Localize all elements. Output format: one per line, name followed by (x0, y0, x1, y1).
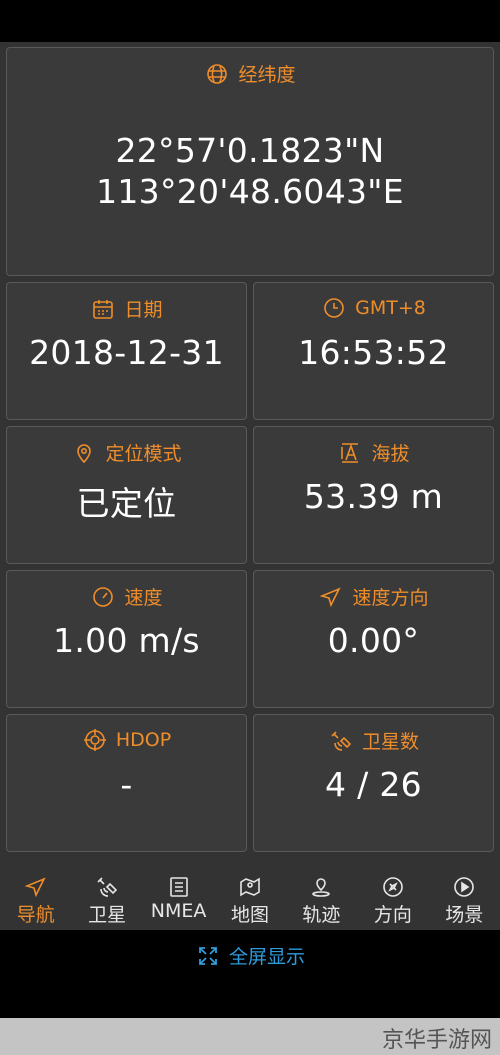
date-label-text: 日期 (124, 299, 163, 321)
time-label: GMT+8 (254, 295, 493, 321)
longitude-value: 113°20'48.6043"E (96, 172, 404, 211)
calendar-icon (90, 296, 116, 322)
map-icon (237, 874, 263, 900)
time-card: GMT+8 16:53:52 (253, 282, 494, 420)
watermark-bar: 京华手游网 (0, 1018, 500, 1055)
nav-label: 地图 (230, 904, 269, 926)
hdop-label: HDOP (7, 727, 246, 753)
nav-item-track[interactable]: 轨迹 (286, 868, 357, 930)
app-screen: 经纬度 22°57'0.1823"N 113°20'48.6043"E 日期 2… (0, 42, 500, 930)
latitude-value: 22°57'0.1823"N (115, 131, 385, 170)
speed-card: 速度 1.00 m/s (6, 570, 247, 708)
satellites-card: 卫星数 4 / 26 (253, 714, 494, 852)
speed-label-text: 速度 (124, 587, 163, 609)
altitude-label: 海拔 (254, 439, 493, 466)
satellites-value: 4 / 26 (325, 765, 422, 804)
altitude-icon (337, 440, 363, 466)
latlon-card: 经纬度 22°57'0.1823"N 113°20'48.6043"E (6, 47, 494, 276)
time-value: 16:53:52 (298, 333, 449, 372)
nav-item-nmea[interactable]: NMEA (143, 868, 214, 930)
latlon-label: 经纬度 (7, 60, 493, 87)
hdop-label-text: HDOP (115, 729, 172, 751)
globe-icon (204, 61, 230, 87)
date-label: 日期 (7, 295, 246, 322)
nav-item-navigation[interactable]: 导航 (0, 868, 71, 930)
track-icon (308, 874, 334, 900)
speed-label: 速度 (7, 583, 246, 610)
altitude-label-text: 海拔 (371, 443, 410, 465)
heading-card: 速度方向 0.00° (253, 570, 494, 708)
nav-label: 导航 (16, 904, 55, 926)
direction-arrow-icon (318, 584, 344, 610)
satellite-icon (328, 728, 354, 754)
play-icon (451, 874, 477, 900)
nav-label: 方向 (373, 904, 412, 926)
time-label-text: GMT+8 (355, 297, 426, 319)
nav-label: NMEA (150, 900, 207, 922)
nav-item-map[interactable]: 地图 (214, 868, 285, 930)
satellites-label: 卫星数 (254, 727, 493, 754)
fix-mode-label: 定位模式 (7, 439, 246, 466)
fix-mode-value: 已定位 (76, 484, 177, 523)
fix-mode-card: 定位模式 已定位 (6, 426, 247, 564)
altitude-card: 海拔 53.39 m (253, 426, 494, 564)
fullscreen-label: 全屏显示 (228, 946, 305, 968)
nav-label: 场景 (445, 904, 484, 926)
navigation-icon (23, 874, 49, 900)
nav-label: 卫星 (88, 904, 127, 926)
nav-item-compass[interactable]: 方向 (357, 868, 428, 930)
location-pin-icon (71, 440, 97, 466)
latlon-label-text: 经纬度 (238, 64, 296, 86)
satellite-icon (94, 874, 120, 900)
crosshair-icon (82, 727, 108, 753)
nav-label: 轨迹 (302, 904, 341, 926)
speedometer-icon (90, 584, 116, 610)
date-card: 日期 2018-12-31 (6, 282, 247, 420)
fullscreen-button[interactable]: 全屏显示 (0, 942, 500, 969)
hdop-card: HDOP - (6, 714, 247, 852)
speed-value: 1.00 m/s (53, 621, 200, 660)
clock-icon (321, 295, 347, 321)
altitude-value: 53.39 m (303, 477, 444, 516)
nav-item-satellite[interactable]: 卫星 (71, 868, 142, 930)
compass-icon (380, 874, 406, 900)
fullscreen-icon (195, 943, 221, 969)
heading-value: 0.00° (327, 621, 420, 660)
heading-label-text: 速度方向 (352, 587, 429, 609)
watermark-text: 京华手游网 (381, 1028, 492, 1053)
nav-item-scene[interactable]: 场景 (429, 868, 500, 930)
fix-mode-label-text: 定位模式 (105, 443, 182, 465)
satellites-label-text: 卫星数 (361, 731, 419, 753)
bottom-navigation: 导航 卫星 NMEA 地图 轨迹 方向 场景 (0, 868, 500, 930)
date-value: 2018-12-31 (29, 333, 224, 372)
latlon-value: 22°57'0.1823"N 113°20'48.6043"E (7, 130, 493, 212)
document-icon (166, 874, 192, 900)
heading-label: 速度方向 (254, 583, 493, 610)
hdop-value: - (120, 765, 133, 804)
